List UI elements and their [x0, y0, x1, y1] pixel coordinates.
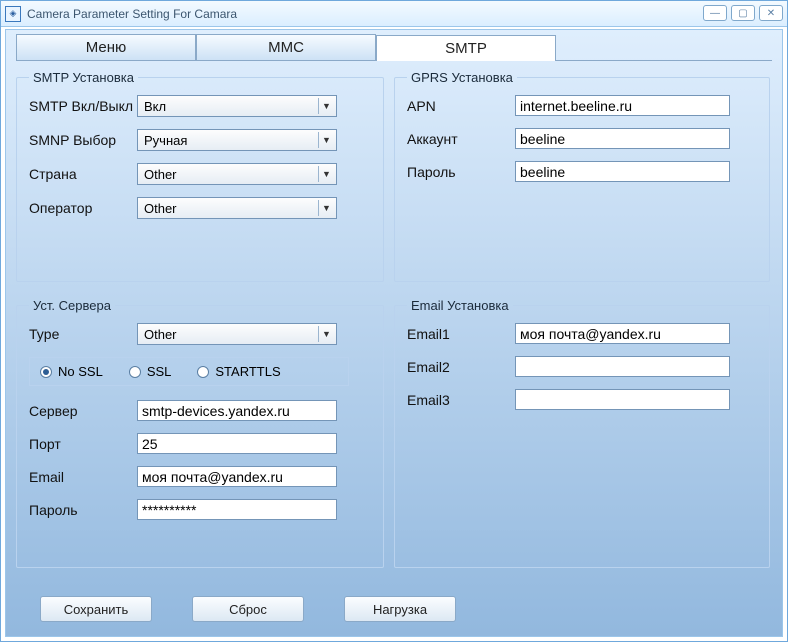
label-server-type: Type: [29, 326, 137, 342]
group-server-setup: Уст. Сервера Type Other ▼ No SSL S: [16, 298, 384, 568]
select-server-type-value: Other: [144, 327, 177, 342]
group-gprs-setup-legend: GPRS Установка: [407, 70, 517, 85]
radio-no-ssl-label: No SSL: [58, 364, 103, 379]
app-icon: ◈: [5, 6, 21, 22]
reset-button[interactable]: Сброс: [192, 596, 304, 622]
input-gprs-password[interactable]: [515, 161, 730, 182]
input-server[interactable]: [137, 400, 337, 421]
tab-menu[interactable]: Меню: [16, 34, 196, 60]
group-email-setup-legend: Email Установка: [407, 298, 513, 313]
radio-ssl-label: SSL: [147, 364, 172, 379]
label-email1: Email1: [407, 326, 515, 342]
label-server: Сервер: [29, 403, 137, 419]
chevron-down-icon: ▼: [318, 200, 334, 216]
tab-smtp[interactable]: SMTP: [376, 35, 556, 61]
group-email-setup: Email Установка Email1 Email2 Email3: [394, 298, 770, 568]
select-operator-value: Other: [144, 201, 177, 216]
group-smtp-setup: SMTP Установка SMTP Вкл/Выкл Вкл ▼ SMNP …: [16, 70, 384, 282]
radio-dot-icon: [129, 366, 141, 378]
window-title: Camera Parameter Setting For Camara: [27, 7, 237, 21]
chevron-down-icon: ▼: [318, 132, 334, 148]
input-email3[interactable]: [515, 389, 730, 410]
select-operator[interactable]: Other ▼: [137, 197, 337, 219]
select-country-value: Other: [144, 167, 177, 182]
group-gprs-setup: GPRS Установка APN Аккаунт Пароль: [394, 70, 770, 282]
label-operator: Оператор: [29, 200, 137, 216]
label-email3: Email3: [407, 392, 515, 408]
tab-mmc[interactable]: MMC: [196, 34, 376, 60]
load-button[interactable]: Нагрузка: [344, 596, 456, 622]
label-email2: Email2: [407, 359, 515, 375]
radio-dot-icon: [40, 366, 52, 378]
radio-dot-icon: [197, 366, 209, 378]
input-apn[interactable]: [515, 95, 730, 116]
radio-ssl[interactable]: SSL: [129, 364, 172, 379]
label-smtp-onoff: SMTP Вкл/Выкл: [29, 98, 137, 114]
radio-no-ssl[interactable]: No SSL: [40, 364, 103, 379]
chevron-down-icon: ▼: [318, 98, 334, 114]
action-buttons: Сохранить Сброс Нагрузка: [40, 596, 456, 622]
input-port[interactable]: [137, 433, 337, 454]
app-window: ◈ Camera Parameter Setting For Camara — …: [0, 0, 788, 642]
select-server-type[interactable]: Other ▼: [137, 323, 337, 345]
label-apn: APN: [407, 98, 515, 114]
radio-starttls[interactable]: STARTTLS: [197, 364, 280, 379]
select-country[interactable]: Other ▼: [137, 163, 337, 185]
ssl-mode-radio-group: No SSL SSL STARTTLS: [29, 357, 349, 386]
input-gprs-account[interactable]: [515, 128, 730, 149]
client-area: Меню MMC SMTP SMTP Установка SMTP Вкл/Вы…: [5, 29, 783, 637]
close-button[interactable]: ✕: [759, 5, 783, 21]
tab-content: SMTP Установка SMTP Вкл/Выкл Вкл ▼ SMNP …: [16, 64, 772, 586]
group-server-setup-legend: Уст. Сервера: [29, 298, 115, 313]
label-gprs-account: Аккаунт: [407, 131, 515, 147]
select-smnp-mode-value: Ручная: [144, 133, 187, 148]
input-server-password[interactable]: [137, 499, 337, 520]
label-server-password: Пароль: [29, 502, 137, 518]
save-button[interactable]: Сохранить: [40, 596, 152, 622]
label-server-email: Email: [29, 469, 137, 485]
label-gprs-password: Пароль: [407, 164, 515, 180]
chevron-down-icon: ▼: [318, 326, 334, 342]
window-controls: — ▢ ✕: [703, 5, 783, 21]
select-smnp-mode[interactable]: Ручная ▼: [137, 129, 337, 151]
minimize-button[interactable]: —: [703, 5, 727, 21]
radio-starttls-label: STARTTLS: [215, 364, 280, 379]
input-email1[interactable]: [515, 323, 730, 344]
tab-strip: Меню MMC SMTP: [16, 34, 772, 60]
title-bar: ◈ Camera Parameter Setting For Camara — …: [1, 1, 787, 27]
label-smnp-select: SMNP Выбор: [29, 132, 137, 148]
input-server-email[interactable]: [137, 466, 337, 487]
maximize-button[interactable]: ▢: [731, 5, 755, 21]
select-smtp-onoff-value: Вкл: [144, 99, 166, 114]
select-smtp-onoff[interactable]: Вкл ▼: [137, 95, 337, 117]
label-port: Порт: [29, 436, 137, 452]
chevron-down-icon: ▼: [318, 166, 334, 182]
label-country: Страна: [29, 166, 137, 182]
input-email2[interactable]: [515, 356, 730, 377]
group-smtp-setup-legend: SMTP Установка: [29, 70, 138, 85]
